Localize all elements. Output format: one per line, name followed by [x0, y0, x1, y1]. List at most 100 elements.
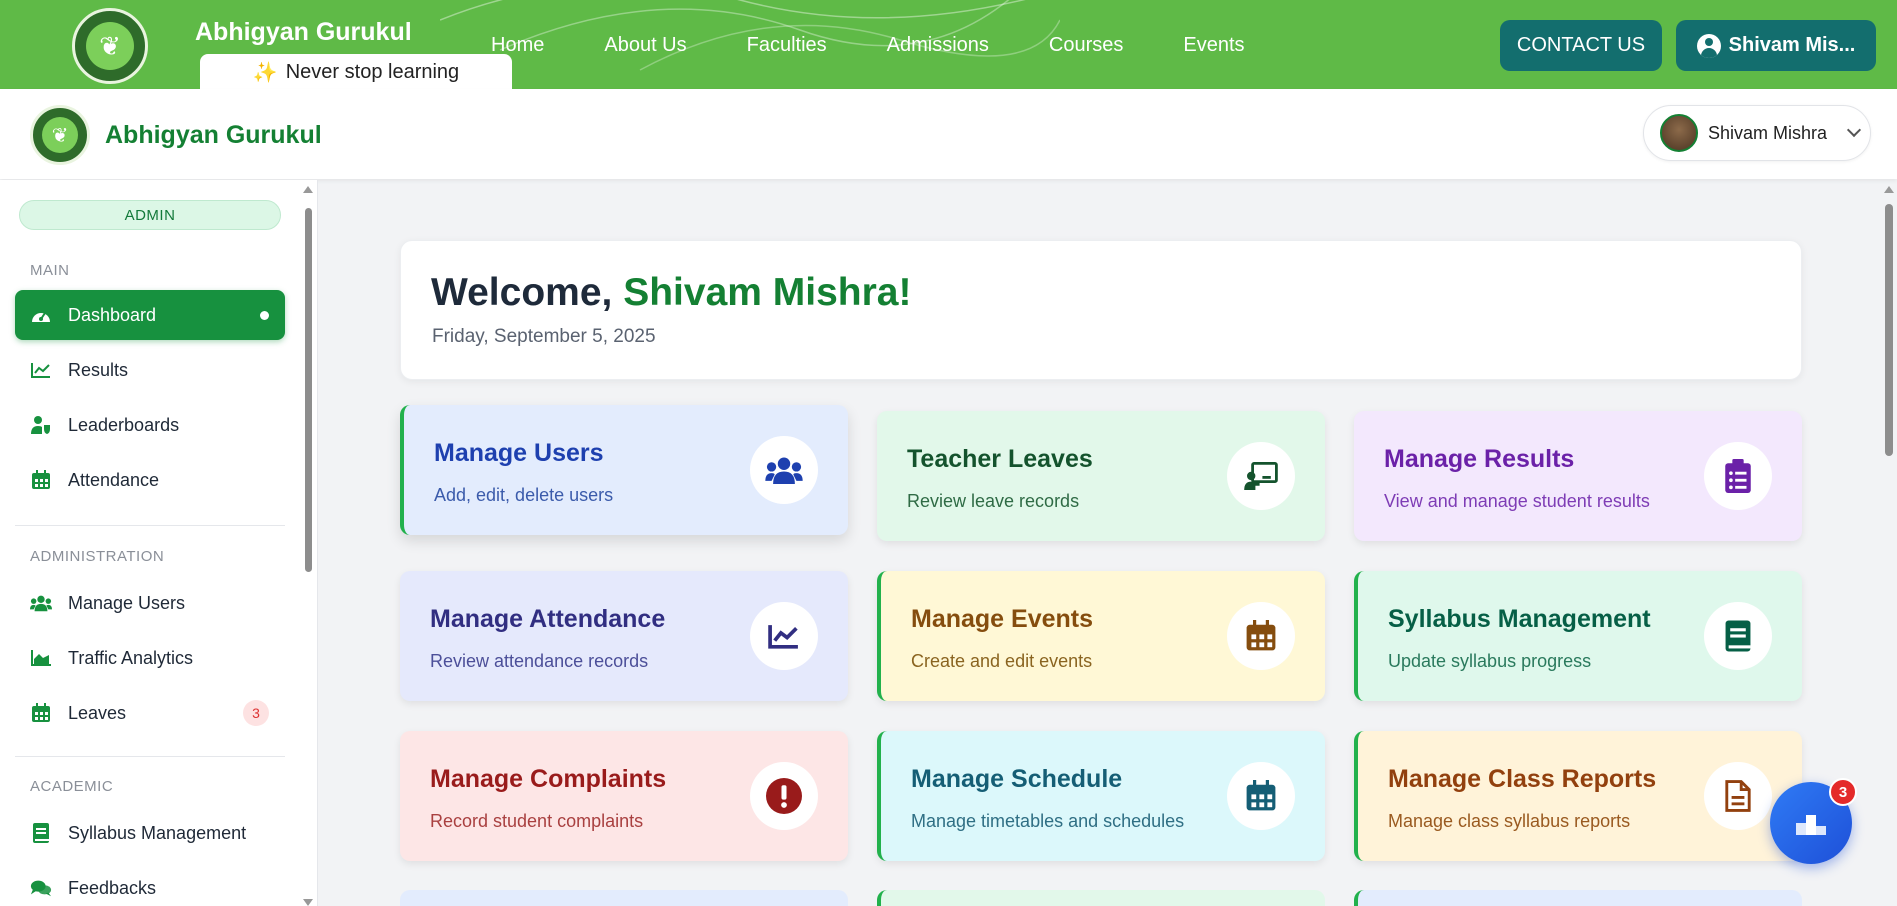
scroll-up-arrow-icon[interactable]	[303, 186, 313, 193]
sidebar-item-leaves[interactable]: Leaves 3	[15, 688, 285, 738]
sidebar-item-label: Leaves	[68, 702, 127, 723]
book-icon	[30, 822, 52, 844]
sidebar-divider	[15, 756, 285, 757]
card-manage-users[interactable]: Manage Users Add, edit, delete users	[400, 405, 848, 535]
nav-home[interactable]: Home	[491, 34, 544, 57]
sidebar-item-leaderboards[interactable]: Leaderboards	[15, 400, 285, 450]
sidebar-item-label: Manage Users	[68, 592, 186, 613]
card-subtitle: Manage class syllabus reports	[1388, 811, 1631, 831]
sidebar-item-results[interactable]: Results	[15, 345, 285, 395]
sidebar-scroll-thumb[interactable]	[305, 208, 312, 572]
sidebar-scrollbar[interactable]	[303, 186, 313, 906]
exclamation-circle-icon	[750, 762, 818, 830]
avatar	[1660, 114, 1698, 152]
sidebar-item-attendance[interactable]: Attendance	[15, 455, 285, 505]
card-title: Manage Schedule	[911, 765, 1123, 793]
card-subtitle: Update syllabus progress	[1388, 651, 1592, 671]
gauge-icon	[30, 304, 52, 326]
nav-events[interactable]: Events	[1183, 34, 1244, 57]
card-subtitle: Record student complaints	[430, 811, 644, 831]
sidebar-item-dashboard[interactable]: Dashboard	[15, 290, 285, 340]
card-title: Teacher Leaves	[907, 445, 1093, 473]
sidebar-item-label: Feedbacks	[68, 877, 157, 898]
sidebar-item-label: Leaderboards	[68, 414, 180, 435]
card-subtitle: Create and edit events	[911, 651, 1093, 671]
card-subtitle: View and manage student results	[1384, 491, 1650, 511]
card-title: Manage Class Reports	[1388, 765, 1657, 793]
clipboard-list-icon	[1704, 442, 1772, 510]
nav-faculties[interactable]: Faculties	[747, 34, 827, 57]
card-manage-attendance[interactable]: Manage Attendance Review attendance reco…	[400, 571, 848, 701]
file-icon	[1704, 762, 1772, 830]
card-title: Manage Attendance	[430, 605, 666, 633]
header-logo[interactable]: ❦	[30, 105, 90, 165]
card-title: Syllabus Management	[1388, 605, 1651, 633]
card-title: Manage Results	[1384, 445, 1575, 473]
brand-logo[interactable]: ❦	[72, 8, 148, 84]
card-manage-results[interactable]: Manage Results View and manage student r…	[1354, 411, 1802, 541]
scroll-up-arrow-icon[interactable]	[1884, 186, 1894, 193]
sidebar-divider	[15, 525, 285, 526]
sidebar-item-syllabus-management[interactable]: Syllabus Management	[15, 808, 285, 858]
card-partial[interactable]	[877, 890, 1325, 906]
card-subtitle: Review attendance records	[430, 651, 649, 671]
section-title-main: MAIN	[30, 262, 70, 279]
card-manage-schedule[interactable]: Manage Schedule Manage timetables and sc…	[877, 731, 1325, 861]
calendar-icon	[30, 469, 52, 491]
profile-dropdown[interactable]: Shivam Mishra	[1643, 105, 1871, 161]
users-icon	[750, 436, 818, 504]
chalkboard-teacher-icon	[1227, 442, 1295, 510]
card-partial[interactable]	[1354, 890, 1802, 906]
chart-line-icon	[750, 602, 818, 670]
sidebar-item-traffic-analytics[interactable]: Traffic Analytics	[15, 633, 285, 683]
welcome-card: Welcome, Shivam Mishra! Friday, Septembe…	[400, 240, 1802, 380]
card-subtitle: Manage timetables and schedules	[911, 811, 1185, 831]
brand-name[interactable]: Abhigyan Gurukul	[195, 18, 412, 47]
card-manage-complaints[interactable]: Manage Complaints Record student complai…	[400, 731, 848, 861]
users-icon	[30, 592, 52, 614]
tree-icon: ❦	[42, 117, 78, 153]
top-navbar: ❦ Abhigyan Gurukul ✨ Never stop learning…	[0, 0, 1897, 89]
card-syllabus-management[interactable]: Syllabus Management Update syllabus prog…	[1354, 571, 1802, 701]
card-subtitle: Review leave records	[907, 491, 1080, 511]
scroll-down-arrow-icon[interactable]	[303, 899, 313, 906]
card-subtitle: Add, edit, delete users	[434, 485, 614, 505]
tagline-tab: ✨ Never stop learning	[200, 54, 512, 89]
nav-about-us[interactable]: About Us	[604, 34, 686, 57]
main-scrollbar[interactable]	[1883, 186, 1895, 906]
sidebar-item-label: Dashboard	[68, 304, 157, 325]
card-title: Manage Events	[911, 605, 1094, 633]
current-date: Friday, September 5, 2025	[432, 326, 656, 347]
dashboard-header: ❦ Abhigyan Gurukul Shivam Mishra	[0, 89, 1897, 179]
section-title-academic: ACADEMIC	[30, 778, 114, 795]
leaves-count-badge: 3	[243, 700, 269, 726]
card-manage-class-reports[interactable]: Manage Class Reports Manage class syllab…	[1354, 731, 1802, 861]
card-teacher-leaves[interactable]: Teacher Leaves Review leave records	[877, 411, 1325, 541]
card-partial[interactable]	[400, 890, 848, 906]
header-title[interactable]: Abhigyan Gurukul	[105, 121, 322, 150]
nav-courses[interactable]: Courses	[1049, 34, 1123, 57]
calendar-icon	[1227, 762, 1295, 830]
sidebar: ADMIN MAIN Dashboard Results Leaderboard…	[0, 180, 318, 906]
sparkles-icon: ✨	[252, 61, 278, 84]
sidebar-item-label: Traffic Analytics	[68, 647, 194, 668]
tree-icon: ❦	[86, 22, 134, 70]
comments-icon	[30, 877, 52, 899]
sidebar-item-manage-users[interactable]: Manage Users	[15, 578, 285, 628]
sidebar-item-feedbacks[interactable]: Feedbacks	[15, 863, 285, 906]
card-title: Manage Users	[434, 439, 604, 467]
welcome-name: Shivam Mishra!	[623, 271, 912, 314]
fab-notification-badge: 3	[1829, 778, 1857, 806]
book-icon	[1704, 602, 1772, 670]
nav-admissions[interactable]: Admissions	[887, 34, 989, 57]
welcome-heading: Welcome, Shivam Mishra!	[431, 271, 911, 315]
sidebar-item-label: Attendance	[68, 469, 160, 490]
role-badge: ADMIN	[19, 200, 281, 230]
card-manage-events[interactable]: Manage Events Create and edit events	[877, 571, 1325, 701]
tagline-text: Never stop learning	[285, 60, 460, 83]
card-title: Manage Complaints	[430, 765, 667, 793]
contact-us-button[interactable]: CONTACT US	[1500, 20, 1662, 71]
user-account-button[interactable]: Shivam Mis...	[1676, 20, 1876, 71]
calendar-icon	[30, 702, 52, 724]
main-scroll-thumb[interactable]	[1885, 204, 1893, 456]
